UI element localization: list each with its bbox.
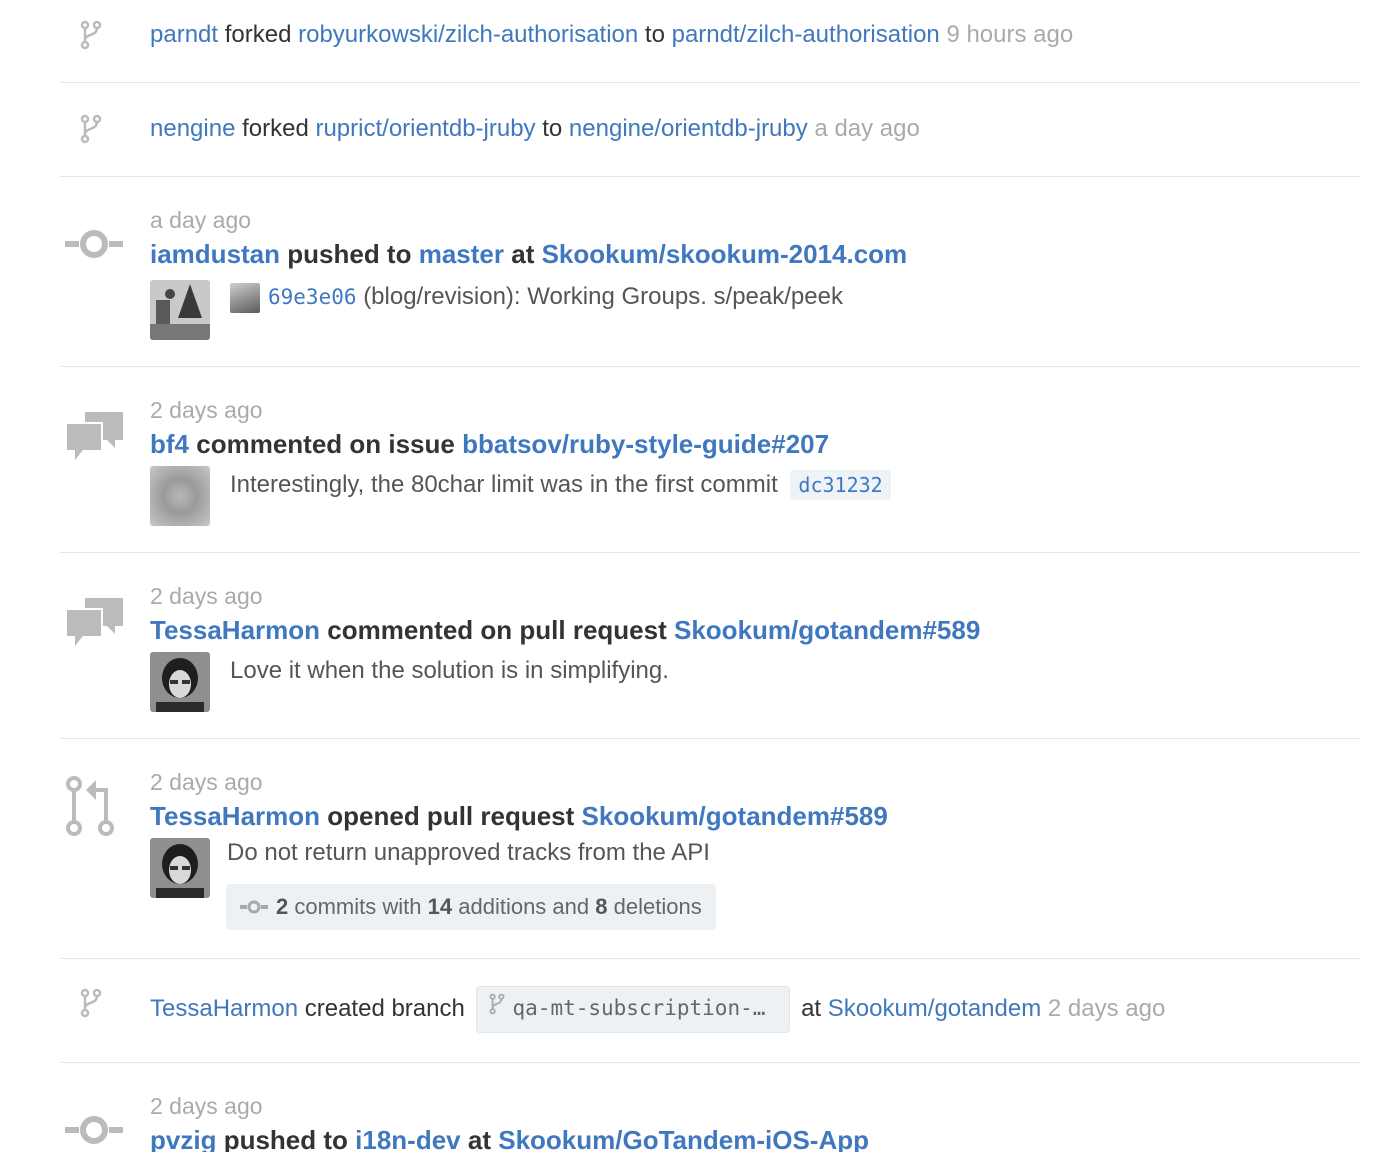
- branch-line: TessaHarmon created branch qa-mt-subscri…: [150, 986, 1166, 1034]
- push-title: pvzig pushed to i18n-dev at Skookum/GoTa…: [150, 1124, 869, 1152]
- verb-text: pushed to: [223, 1125, 348, 1152]
- repo-forked-icon: [80, 114, 102, 149]
- git-pull-request-icon: [64, 774, 116, 843]
- verb-text: forked: [224, 21, 292, 48]
- feed-event-issue-comment: 2 days ago bf4 commented on issue bbatso…: [60, 394, 1360, 534]
- commit-message: (blog/revision): Working Groups. s/peak/…: [363, 283, 843, 310]
- comment-title: bf4 commented on issue bbatsov/ruby-styl…: [150, 428, 829, 460]
- to-text: to: [542, 115, 563, 142]
- time-text: a day ago: [814, 115, 920, 142]
- actor-link[interactable]: iamdustan: [150, 239, 280, 269]
- branch-link[interactable]: i18n-dev: [355, 1125, 461, 1152]
- divider: [60, 738, 1360, 739]
- feed-event-push: a day ago iamdustan pushed to master at …: [60, 204, 1360, 344]
- divider: [60, 82, 1360, 83]
- divider: [60, 958, 1360, 959]
- time-text: 2 days ago: [1047, 995, 1166, 1022]
- actor-link[interactable]: pvzig: [150, 1125, 216, 1152]
- divider: [60, 1062, 1360, 1063]
- commit-author-avatar[interactable]: [230, 282, 260, 313]
- commit-count: 2: [276, 894, 289, 919]
- divider: [60, 366, 1360, 367]
- feed-event-open-pr: 2 days ago TessaHarmon opened pull reque…: [60, 766, 1360, 936]
- pr-title: TessaHarmon opened pull request Skookum/…: [150, 800, 888, 832]
- branch-link[interactable]: master: [419, 239, 504, 269]
- deletions-count: 8: [595, 894, 608, 919]
- actor-link[interactable]: TessaHarmon: [150, 801, 320, 831]
- issue-link[interactable]: bbatsov/ruby-style-guide#207: [462, 429, 829, 459]
- git-branch-icon: [80, 988, 102, 1023]
- branch-name-box[interactable]: qa-mt-subscription-…: [475, 986, 791, 1034]
- git-commit-icon: [65, 1114, 123, 1151]
- verb-text: pushed to: [287, 239, 412, 269]
- verb-text: commented on issue: [196, 429, 455, 459]
- commits-with-text: commits with: [294, 894, 422, 919]
- git-commit-icon: [65, 228, 123, 265]
- push-title: iamdustan pushed to master at Skookum/sk…: [150, 238, 907, 270]
- verb-text: opened pull request: [327, 801, 575, 831]
- target-repo-link[interactable]: nengine/orientdb-jruby: [569, 115, 808, 142]
- at-text: at: [801, 995, 822, 1022]
- verb-text: created branch: [304, 995, 465, 1022]
- additions-count: 14: [427, 894, 453, 919]
- verb-text: forked: [242, 115, 309, 142]
- avatar[interactable]: [150, 838, 210, 898]
- actor-link[interactable]: TessaHarmon: [150, 995, 298, 1022]
- commit-line: 69e3e06 (blog/revision): Working Groups.…: [230, 282, 843, 313]
- actor-link[interactable]: TessaHarmon: [150, 615, 320, 645]
- time-text: 2 days ago: [150, 769, 263, 795]
- commit-sha-link[interactable]: dc31232: [790, 470, 891, 500]
- pr-stats-box[interactable]: 2 commits with 14 additions and 8 deleti…: [226, 884, 716, 930]
- news-feed: parndt forked robyurkowski/zilch-authori…: [0, 0, 1382, 1152]
- time-text: 9 hours ago: [946, 21, 1074, 48]
- pull-request-link[interactable]: Skookum/gotandem#589: [674, 615, 980, 645]
- time-text: 2 days ago: [150, 1093, 263, 1119]
- source-repo-link[interactable]: ruprict/orientdb-jruby: [315, 115, 535, 142]
- actor-link[interactable]: parndt: [150, 21, 218, 48]
- time-text: 2 days ago: [150, 397, 263, 423]
- pr-body: Do not return unapproved tracks from the…: [227, 839, 710, 866]
- divider: [60, 552, 1360, 553]
- target-repo-link[interactable]: parndt/zilch-authorisation: [672, 21, 940, 48]
- pull-request-link[interactable]: Skookum/gotandem#589: [582, 801, 888, 831]
- avatar[interactable]: [150, 466, 210, 526]
- repo-link[interactable]: Skookum/gotandem: [828, 995, 1041, 1022]
- to-text: to: [644, 21, 665, 48]
- feed-event-fork: nengine forked ruprict/orientdb-jruby to…: [60, 112, 1360, 152]
- time-text: a day ago: [150, 207, 252, 233]
- source-repo-link[interactable]: robyurkowski/zilch-authorisation: [298, 21, 638, 48]
- at-text: at: [467, 1125, 491, 1152]
- repo-link[interactable]: Skookum/GoTandem-iOS-App: [498, 1125, 869, 1152]
- deletions-text: deletions: [613, 894, 702, 919]
- feed-event-pr-comment: 2 days ago TessaHarmon commented on pull…: [60, 580, 1360, 720]
- additions-and-text: additions and: [458, 894, 590, 919]
- comment-discussion-icon: [65, 410, 125, 469]
- avatar[interactable]: [150, 652, 210, 712]
- comment-body: Love it when the solution is in simplify…: [230, 657, 669, 684]
- repo-link[interactable]: Skookum/skookum-2014.com: [542, 239, 908, 269]
- divider: [60, 176, 1360, 177]
- at-text: at: [511, 239, 535, 269]
- actor-link[interactable]: nengine: [150, 115, 235, 142]
- feed-event-push: 2 days ago pvzig pushed to i18n-dev at S…: [60, 1090, 1360, 1152]
- feed-event-create-branch: TessaHarmon created branch qa-mt-subscri…: [60, 982, 1360, 1038]
- repo-forked-icon: [80, 20, 102, 55]
- fork-line: nengine forked ruprict/orientdb-jruby to…: [150, 114, 920, 144]
- avatar[interactable]: [150, 280, 210, 340]
- fork-line: parndt forked robyurkowski/zilch-authori…: [150, 20, 1073, 50]
- git-branch-icon: [489, 992, 505, 1026]
- comment-title: TessaHarmon commented on pull request Sk…: [150, 614, 980, 646]
- branch-name: qa-mt-subscription-…: [512, 996, 766, 1021]
- comment-body: Interestingly, the 80char limit was in t…: [230, 470, 891, 500]
- time-text: 2 days ago: [150, 583, 263, 609]
- git-commit-icon: [240, 885, 268, 931]
- feed-event-fork: parndt forked robyurkowski/zilch-authori…: [60, 18, 1360, 58]
- comment-discussion-icon: [65, 596, 125, 655]
- comment-text: Interestingly, the 80char limit was in t…: [230, 471, 778, 498]
- verb-text: commented on pull request: [327, 615, 667, 645]
- commit-sha-link[interactable]: 69e3e06: [268, 285, 357, 309]
- actor-link[interactable]: bf4: [150, 429, 189, 459]
